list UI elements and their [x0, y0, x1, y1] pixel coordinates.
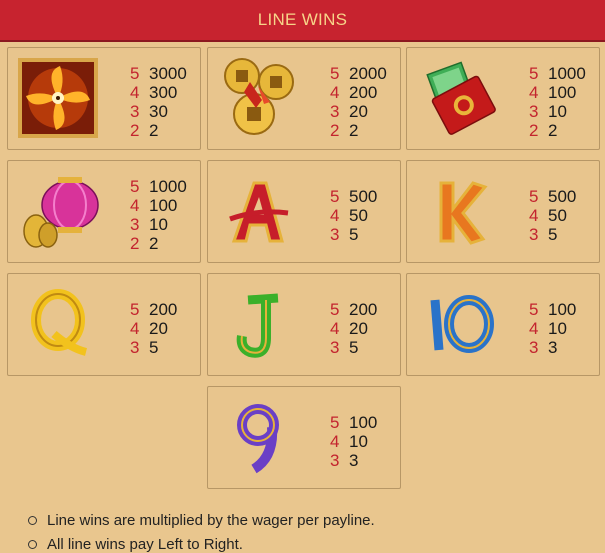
- pay-row: 4 50: [529, 206, 567, 225]
- paytable-card-lantern: 5 1000 4 100 3 10 22: [7, 160, 201, 263]
- pay-row: 22: [130, 234, 159, 253]
- paytable-card-j: 5 200 4 20 35: [207, 273, 401, 376]
- paytable-card-coins: 5 2000 4 200 3 20 22: [207, 47, 401, 150]
- bullet-icon: [28, 515, 37, 525]
- number-10-symbol-icon: [430, 295, 494, 353]
- pay-list: 5 1000 4 100 3 10 22: [529, 64, 586, 140]
- letter-q-symbol-icon: [31, 289, 88, 356]
- pay-row: 5 1000: [529, 64, 586, 83]
- lantern-symbol-icon: [23, 177, 99, 248]
- pay-list: 5 3000 4 300 3 30 22: [130, 64, 187, 140]
- paytable-card-pinwheel: 5 3000 4 300 3 30 22: [7, 47, 201, 150]
- pay-row: 5 200: [130, 300, 178, 319]
- pay-row: 4 20: [330, 319, 368, 338]
- pay-list: 5 100 4 10 33: [529, 300, 576, 357]
- pay-list: 5 100 4 10 33: [330, 413, 377, 470]
- pay-row: 35: [330, 338, 359, 357]
- pay-row: 4 50: [330, 206, 368, 225]
- pay-row: 5 500: [529, 187, 577, 206]
- pay-row: 5 200: [330, 300, 378, 319]
- pay-row: 5 1000: [130, 177, 187, 196]
- pay-row: 33: [529, 338, 558, 357]
- pay-row: 4 100: [130, 196, 178, 215]
- pay-row: 35: [130, 338, 159, 357]
- pay-row: 5 500: [330, 187, 378, 206]
- pay-row: 22: [330, 121, 359, 140]
- letter-j-symbol-icon: [236, 293, 279, 358]
- rules-list: Line wins are multiplied by the wager pe…: [28, 509, 375, 531]
- pay-row: 5 100: [529, 300, 577, 319]
- pay-row: 4 200: [330, 83, 378, 102]
- rule-item: Line wins are multiplied by the wager pe…: [28, 509, 375, 531]
- paytable-card-k: 5 500 4 50 35: [406, 160, 600, 263]
- pay-row: 35: [529, 225, 558, 244]
- pay-row: 22: [130, 121, 159, 140]
- pay-row: 3 20: [330, 102, 368, 121]
- number-9-symbol-icon: [237, 404, 279, 474]
- paytable-card-9: 5 100 4 10 33: [207, 386, 401, 489]
- paytable-card-red-envelope: 5 1000 4 100 3 10 22: [406, 47, 600, 150]
- pay-row: 4 100: [529, 83, 577, 102]
- pay-row: 4 10: [330, 432, 368, 451]
- pay-row: 3 10: [130, 215, 168, 234]
- pay-row: 3 10: [529, 102, 567, 121]
- paytable-card-a: 5 500 4 50 35: [207, 160, 401, 263]
- pay-list: 5 200 4 20 35: [130, 300, 177, 357]
- pay-list: 5 2000 4 200 3 20 22: [330, 64, 387, 140]
- pay-row: 22: [529, 121, 558, 140]
- pay-row: 35: [330, 225, 359, 244]
- page-header: LINE WINS: [0, 0, 605, 42]
- rule-item: All line wins pay Left to Right.: [28, 536, 243, 553]
- page-title: LINE WINS: [257, 10, 348, 29]
- coins-symbol-icon: [224, 58, 294, 135]
- pay-row: 5 100: [330, 413, 378, 432]
- red-envelope-symbol-icon: [426, 61, 496, 135]
- pay-list: 5 1000 4 100 3 10 22: [130, 177, 187, 253]
- paytable-card-10: 5 100 4 10 33: [406, 273, 600, 376]
- pay-list: 5 500 4 50 35: [330, 187, 377, 244]
- pay-row: 4 20: [130, 319, 168, 338]
- pay-list: 5 500 4 50 35: [529, 187, 576, 244]
- pinwheel-symbol-icon: [18, 58, 98, 138]
- pay-row: 33: [330, 451, 359, 470]
- paytable-card-q: 5 200 4 20 35: [7, 273, 201, 376]
- letter-a-symbol-icon: [229, 181, 289, 243]
- pay-row: 4 300: [130, 83, 178, 102]
- pay-row: 3 30: [130, 102, 168, 121]
- pay-list: 5 200 4 20 35: [330, 300, 377, 357]
- bullet-icon: [28, 540, 37, 549]
- pay-row: 5 3000: [130, 64, 187, 83]
- letter-k-symbol-icon: [439, 181, 488, 245]
- pay-row: 4 10: [529, 319, 567, 338]
- pay-row: 5 2000: [330, 64, 387, 83]
